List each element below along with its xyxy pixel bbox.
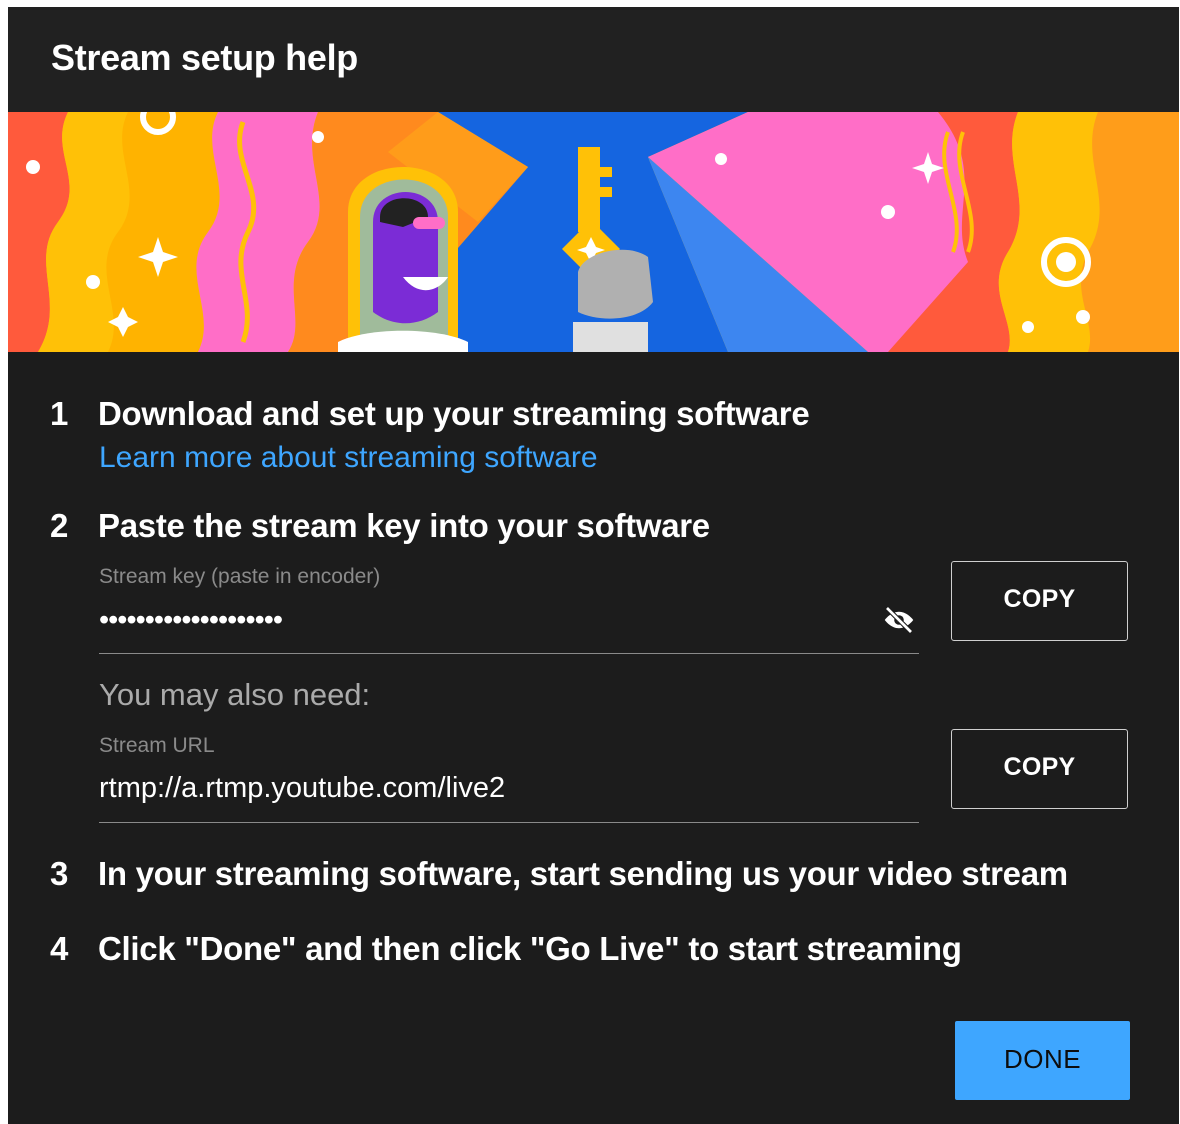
dialog-header: Stream setup help — [8, 7, 1179, 112]
banner-illustration — [8, 112, 1179, 352]
copy-stream-key-button[interactable]: COPY — [951, 561, 1128, 641]
step-text: In your streaming software, start sendin… — [98, 855, 1068, 892]
stream-key-input[interactable] — [99, 604, 839, 637]
step-1: 1 Download and set up your streaming soft… — [50, 395, 810, 433]
also-need-label: You may also need: — [99, 677, 371, 712]
step-number: 4 — [50, 930, 69, 967]
learn-more-link[interactable]: Learn more about streaming software — [99, 441, 598, 475]
copy-stream-url-button[interactable]: COPY — [951, 729, 1128, 809]
step-number: 2 — [50, 507, 69, 544]
dialog-title: Stream setup help — [51, 37, 358, 78]
stream-setup-dialog: Stream setup help 1 Download and set up … — [8, 7, 1179, 1124]
step-number: 1 — [50, 395, 69, 432]
banner-illustration-graphic — [8, 112, 1179, 352]
step-2: 2 Paste the stream key into your software — [50, 507, 710, 545]
stream-url-label: Stream URL — [99, 734, 215, 757]
step-4: 4 Click "Done" and then click "Go Live" t… — [50, 930, 962, 968]
step-3: 3 In your streaming software, start sendi… — [50, 855, 1068, 893]
step-text: Paste the stream key into your software — [98, 507, 710, 544]
stream-url-input[interactable] — [99, 772, 839, 805]
stream-key-field: Stream key (paste in encoder) — [99, 562, 919, 654]
eye-off-icon[interactable] — [881, 602, 917, 638]
stream-key-label: Stream key (paste in encoder) — [99, 565, 381, 588]
done-button[interactable]: DONE — [955, 1021, 1130, 1100]
step-text: Click "Done" and then click "Go Live" to… — [98, 930, 962, 967]
stream-url-field: Stream URL — [99, 732, 919, 823]
step-number: 3 — [50, 855, 69, 892]
step-text: Download and set up your streaming softw… — [98, 395, 810, 432]
